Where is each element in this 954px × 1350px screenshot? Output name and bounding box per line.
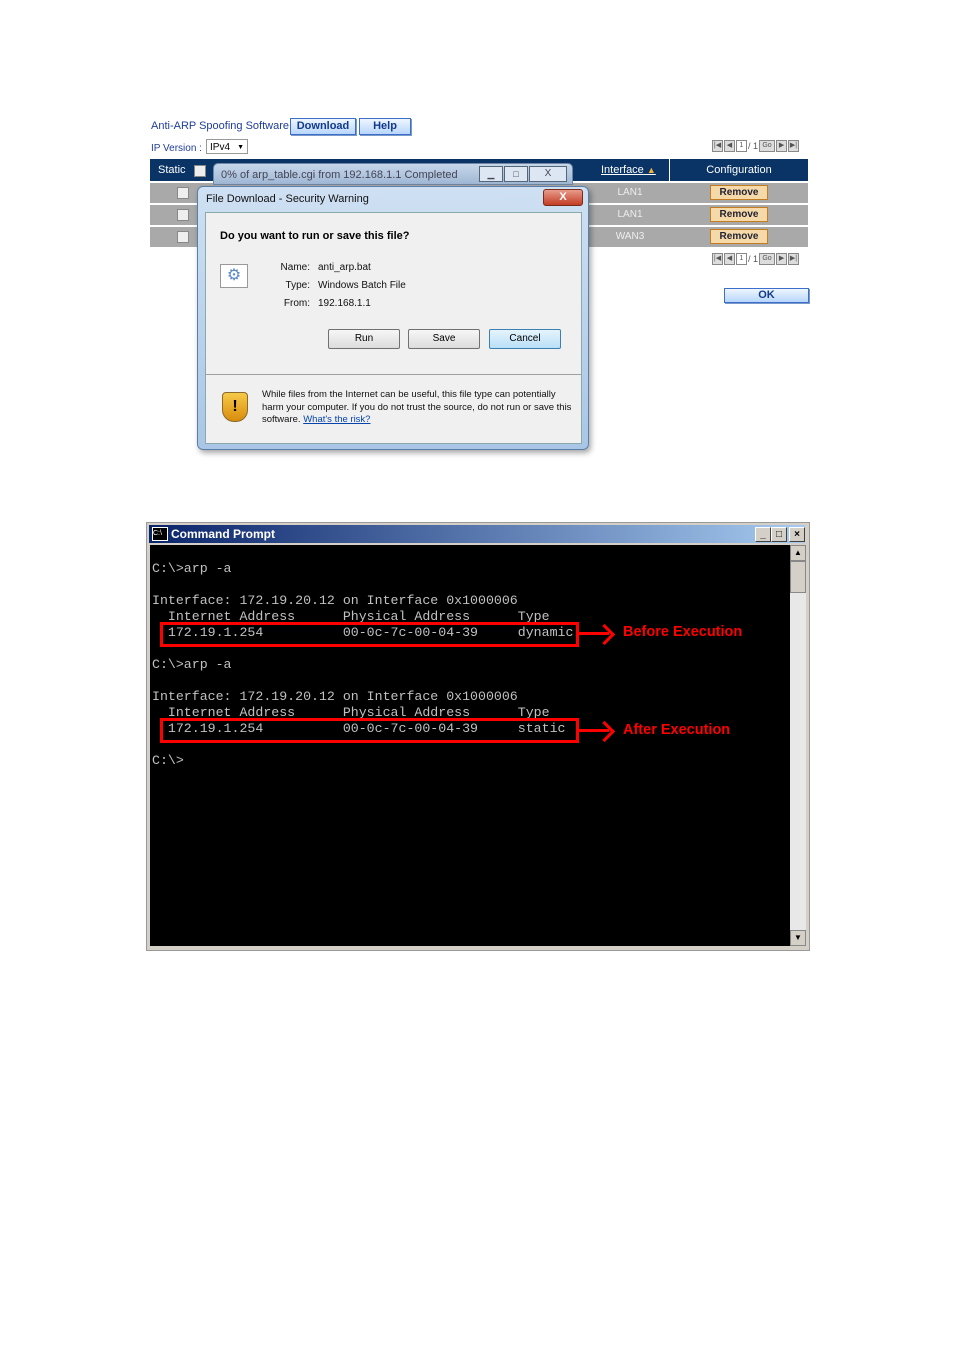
select-all-checkbox[interactable] [194,165,206,177]
before-execution-label: Before Execution [623,624,743,640]
console-output[interactable]: C:\>arp -a Interface: 172.19.20.12 on In… [150,545,790,946]
next-page-icon[interactable]: ▶ [776,140,788,152]
next-page-icon[interactable]: ▶ [776,253,788,265]
remove-button[interactable]: Remove [710,185,768,200]
ip-version-value: IPv4 [210,142,231,153]
header-interface[interactable]: Interface ▲ [601,159,656,181]
dialog-question: Do you want to run or save this file? [220,230,410,242]
pager-bottom: |◀ ◀ 1/ 1 Go ▶ ▶| [712,253,800,265]
shield-warning-icon: ! [222,392,248,422]
first-page-icon[interactable]: |◀ [712,253,723,265]
pager-top: |◀ ◀ 1/ 1 Go ▶ ▶| [712,140,800,152]
risk-link[interactable]: What's the risk? [303,414,370,425]
maximize-icon[interactable]: □ [771,527,787,542]
name-label: Name: [280,262,310,273]
ip-version-select[interactable]: IPv4 ▼ [206,139,248,154]
row-checkbox[interactable] [177,187,189,199]
file-type: Windows Batch File [318,280,406,291]
close-button[interactable]: X [543,189,583,206]
scrollbar[interactable]: ▲ ▼ [790,545,806,946]
batch-file-icon: ⚙ [220,264,248,288]
first-page-icon[interactable]: |◀ [712,140,723,152]
page-input[interactable]: 1 [736,253,747,265]
sort-asc-icon: ▲ [646,165,656,175]
file-source: 192.168.1.1 [318,298,371,309]
page-total: / 1 [748,254,759,264]
remove-button[interactable]: Remove [710,229,768,244]
row-interface: LAN1 [617,187,643,198]
from-label: From: [283,298,310,309]
minimize-icon[interactable]: ▁ [479,166,503,182]
download-button[interactable]: Download [290,118,356,135]
save-button[interactable]: Save [408,329,480,349]
row-interface: LAN1 [617,209,643,220]
run-button[interactable]: Run [328,329,400,349]
header-configuration: Configuration [706,164,772,176]
highlight-box-before [160,622,579,647]
app-title: Anti-ARP Spoofing Software [151,120,289,132]
remove-button[interactable]: Remove [710,207,768,222]
minimize-icon[interactable]: _ [755,527,771,542]
header-static: Static [158,164,186,176]
scroll-thumb[interactable] [790,561,806,593]
prev-page-icon[interactable]: ◀ [724,140,735,152]
window-title: Command Prompt [171,527,276,541]
progress-title: 0% of arp_table.cgi from 192.168.1.1 Com… [221,169,458,181]
ip-version-label: IP Version : [151,143,202,154]
security-warning-dialog: File Download - Security Warning X Do yo… [197,186,589,450]
cmd-icon: C:\ [152,527,168,541]
ok-button[interactable]: OK [724,288,809,303]
row-checkbox[interactable] [177,231,189,243]
chevron-down-icon: ▼ [237,144,244,151]
highlight-box-after [160,718,579,743]
download-progress-window: 0% of arp_table.cgi from 192.168.1.1 Com… [213,163,573,185]
row-interface: WAN3 [615,231,645,242]
go-button[interactable]: Go [759,253,776,265]
last-page-icon[interactable]: ▶| [788,140,800,152]
file-name: anti_arp.bat [318,262,371,273]
after-execution-label: After Execution [623,722,731,738]
page-input[interactable]: 1 [736,140,747,152]
page-total: / 1 [748,141,759,151]
type-label: Type: [285,280,310,291]
close-icon[interactable]: X [529,166,567,182]
cancel-button[interactable]: Cancel [489,329,561,349]
scroll-down-icon[interactable]: ▼ [790,930,806,946]
prev-page-icon[interactable]: ◀ [724,253,735,265]
scroll-up-icon[interactable]: ▲ [790,545,806,561]
go-button[interactable]: Go [759,140,776,152]
last-page-icon[interactable]: ▶| [788,253,800,265]
dialog-title: File Download - Security Warning [206,193,369,205]
close-icon[interactable]: × [789,527,805,542]
help-button[interactable]: Help [359,118,411,135]
title-bar: C:\ Command Prompt _ □ × [149,525,805,543]
maximize-icon[interactable]: □ [504,166,528,182]
row-checkbox[interactable] [177,209,189,221]
divider [206,374,581,375]
